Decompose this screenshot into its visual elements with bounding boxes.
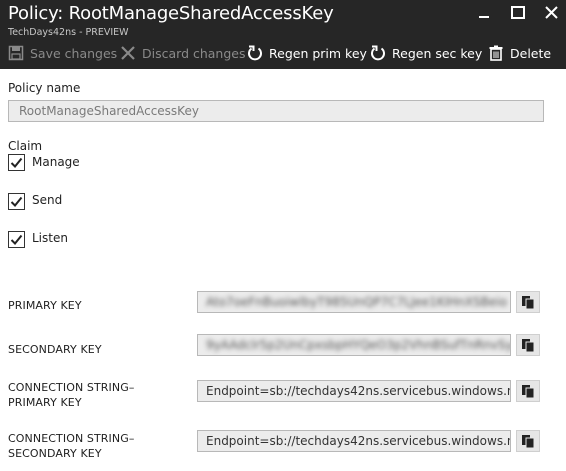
- connection-string-primary-field[interactable]: Endpoint=sb://techdays42ns.servicebus.wi…: [197, 380, 511, 402]
- checkmark-icon: [10, 196, 23, 207]
- secondary-key-label-text: SECONDARY KEY: [8, 343, 102, 356]
- connection-string-secondary-field[interactable]: Endpoint=sb://techdays42ns.servicebus.wi…: [197, 430, 511, 452]
- trash-icon: [488, 45, 504, 61]
- regen-prim-key-label: Regen prim key: [269, 45, 367, 61]
- page-subtitle: TechDays42ns - PREVIEW: [8, 27, 129, 38]
- maximize-button[interactable]: [507, 4, 529, 22]
- discard-icon: [120, 45, 136, 61]
- manage-checkbox[interactable]: [8, 154, 25, 171]
- save-changes-button[interactable]: Save changes: [8, 43, 117, 63]
- primary-key-label: PRIMARY KEY: [8, 298, 82, 313]
- regen-sec-key-label: Regen sec key: [392, 45, 483, 61]
- copy-icon: [522, 434, 535, 448]
- copy-icon: [522, 384, 535, 398]
- page-title: Policy: RootManageSharedAccessKey: [8, 3, 334, 24]
- maximize-icon: [511, 6, 525, 19]
- refresh-icon: [247, 45, 263, 61]
- discard-changes-button[interactable]: Discard changes: [120, 43, 246, 63]
- listen-label: Listen: [32, 231, 68, 245]
- regen-sec-key-button[interactable]: Regen sec key: [370, 43, 482, 63]
- discard-changes-label: Discard changes: [142, 45, 246, 61]
- connection-string-secondary-label-line1: CONNECTION STRING–: [8, 432, 135, 445]
- connection-string-primary-label: CONNECTION STRING– PRIMARY KEY: [8, 380, 134, 410]
- policy-name-field[interactable]: [8, 100, 544, 122]
- copy-secondary-key-button[interactable]: [516, 334, 540, 356]
- copy-icon: [522, 295, 535, 309]
- save-icon: [8, 45, 24, 61]
- copy-connection-string-secondary-button[interactable]: [516, 430, 540, 452]
- connection-string-primary-value: Endpoint=sb://techdays42ns.servicebus.wi…: [206, 384, 511, 398]
- connection-string-primary-label-line2: PRIMARY KEY: [8, 396, 82, 409]
- copy-connection-string-primary-button[interactable]: [516, 380, 540, 402]
- connection-string-secondary-label: CONNECTION STRING– SECONDARY KEY: [8, 431, 134, 461]
- connection-string-primary-label-line1: CONNECTION STRING–: [8, 381, 135, 394]
- regen-prim-key-button[interactable]: Regen prim key: [247, 43, 367, 63]
- copy-icon: [522, 338, 535, 352]
- connection-string-secondary-label-line2: SECONDARY KEY: [8, 447, 102, 460]
- primary-key-label-text: PRIMARY KEY: [8, 299, 82, 312]
- minimize-icon: [479, 16, 489, 18]
- minimize-button[interactable]: [473, 4, 495, 22]
- blade-header: Policy: RootManageSharedAccessKey TechDa…: [0, 0, 566, 69]
- refresh-icon: [370, 45, 386, 61]
- connection-string-secondary-value: Endpoint=sb://techdays42ns.servicebus.wi…: [206, 434, 511, 448]
- secondary-key-field[interactable]: 9yAAdclr5p2UnCpxsbpHYQeO3p2VhnBSufTnRnvS…: [197, 334, 511, 356]
- manage-label: Manage: [32, 155, 80, 169]
- primary-key-field[interactable]: Ato7oeFnBuoiwlbyT985UnQP7C7LJee1KIHnXSBe…: [197, 291, 511, 313]
- close-button[interactable]: [541, 4, 563, 22]
- primary-key-value: Ato7oeFnBuoiwlbyT985UnQP7C7LJee1KIHnXSBe…: [206, 295, 508, 309]
- claim-label: Claim: [8, 139, 43, 153]
- delete-button[interactable]: Delete: [488, 43, 551, 63]
- listen-checkbox[interactable]: [8, 231, 25, 248]
- delete-label: Delete: [510, 45, 552, 61]
- send-checkbox[interactable]: [8, 193, 25, 210]
- close-icon: [545, 6, 558, 19]
- save-changes-label: Save changes: [30, 45, 118, 61]
- secondary-key-value: 9yAAdclr5p2UnCpxsbpHYQeO3p2VhnBSufTnRnvS…: [206, 338, 511, 352]
- checkmark-icon: [10, 234, 23, 245]
- policy-name-label: Policy name: [8, 81, 81, 95]
- send-label: Send: [32, 193, 63, 207]
- copy-primary-key-button[interactable]: [516, 291, 540, 313]
- secondary-key-label: SECONDARY KEY: [8, 342, 102, 357]
- checkmark-icon: [10, 157, 23, 168]
